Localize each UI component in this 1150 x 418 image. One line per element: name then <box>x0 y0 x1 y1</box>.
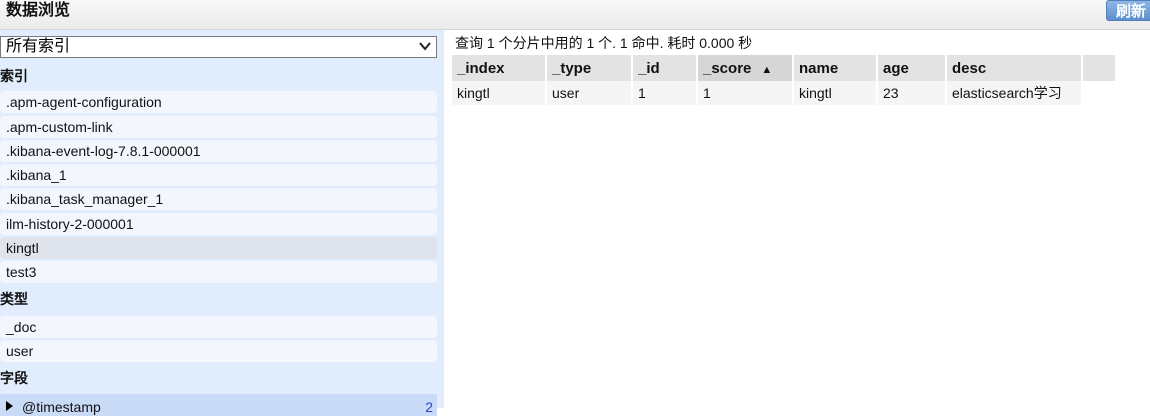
index-item[interactable]: ilm-history-2-000001 <box>0 213 437 235</box>
table-cell: kingtl <box>452 81 547 105</box>
column-header-label: _type <box>552 59 592 77</box>
index-item[interactable]: .kibana_1 <box>0 164 437 186</box>
index-item[interactable]: .kibana-event-log-7.8.1-000001 <box>0 140 437 162</box>
column-header-label: _score <box>703 59 752 77</box>
column-header-label: name <box>799 59 839 77</box>
column-header-label: _id <box>638 59 660 77</box>
type-item[interactable]: user <box>0 340 437 362</box>
field-item[interactable]: @timestamp 2 <box>0 394 437 416</box>
field-section-heading: 字段 <box>0 370 28 386</box>
index-item-selected[interactable]: kingtl <box>0 237 437 259</box>
table-header-row: _index _type _id _score ▲ name age desc <box>452 55 1117 81</box>
column-header-name[interactable]: name <box>793 55 878 81</box>
table-cell: user <box>546 81 633 105</box>
column-header-desc[interactable]: desc <box>946 55 1083 81</box>
index-item[interactable]: .apm-agent-configuration <box>0 91 437 113</box>
index-select[interactable]: 所有索引 <box>0 36 437 58</box>
results-panel: 查询 1 个分片中用的 1 个. 1 命中. 耗时 0.000 秒 _index… <box>444 30 1150 408</box>
chevron-down-icon <box>419 42 431 51</box>
index-item[interactable]: .kibana_task_manager_1 <box>0 188 437 210</box>
index-section-heading: 索引 <box>0 68 28 84</box>
table-cell: elasticsearch学习 <box>946 81 1083 105</box>
column-header-spacer <box>1082 55 1117 81</box>
table-cell: 1 <box>697 81 794 105</box>
page-title: 数据浏览 <box>6 2 71 19</box>
table-cell: kingtl <box>793 81 878 105</box>
table-cell: 1 <box>632 81 698 105</box>
column-header-type[interactable]: _type <box>546 55 633 81</box>
field-count: 2 <box>425 399 433 415</box>
column-header-index[interactable]: _index <box>452 55 547 81</box>
column-header-score[interactable]: _score ▲ <box>697 55 794 81</box>
query-summary: 查询 1 个分片中用的 1 个. 1 命中. 耗时 0.000 秒 <box>455 35 753 51</box>
sort-ascending-icon: ▲ <box>761 63 773 76</box>
top-bar: 数据浏览 刷新 <box>0 0 1150 30</box>
table-row[interactable]: kingtl user 1 1 kingtl 23 elasticsearch学… <box>452 81 1117 105</box>
field-label: @timestamp <box>22 399 101 415</box>
index-item[interactable]: .apm-custom-link <box>0 116 437 138</box>
sidebar: 所有索引 索引 .apm-agent-configuration .apm-cu… <box>0 30 444 416</box>
column-header-id[interactable]: _id <box>632 55 698 81</box>
table-cell: 23 <box>877 81 947 105</box>
column-header-label: _index <box>457 59 505 77</box>
expand-caret-icon[interactable] <box>6 401 13 411</box>
type-section-heading: 类型 <box>0 291 28 307</box>
results-table: _index _type _id _score ▲ name age desc k… <box>452 55 1117 105</box>
column-header-label: age <box>883 59 909 77</box>
type-item[interactable]: _doc <box>0 316 437 338</box>
index-select-value: 所有索引 <box>6 38 71 55</box>
refresh-button[interactable]: 刷新 <box>1106 0 1150 21</box>
index-item[interactable]: test3 <box>0 261 437 283</box>
column-header-age[interactable]: age <box>877 55 947 81</box>
table-cell-spacer <box>1082 81 1117 105</box>
column-header-label: desc <box>952 59 987 77</box>
